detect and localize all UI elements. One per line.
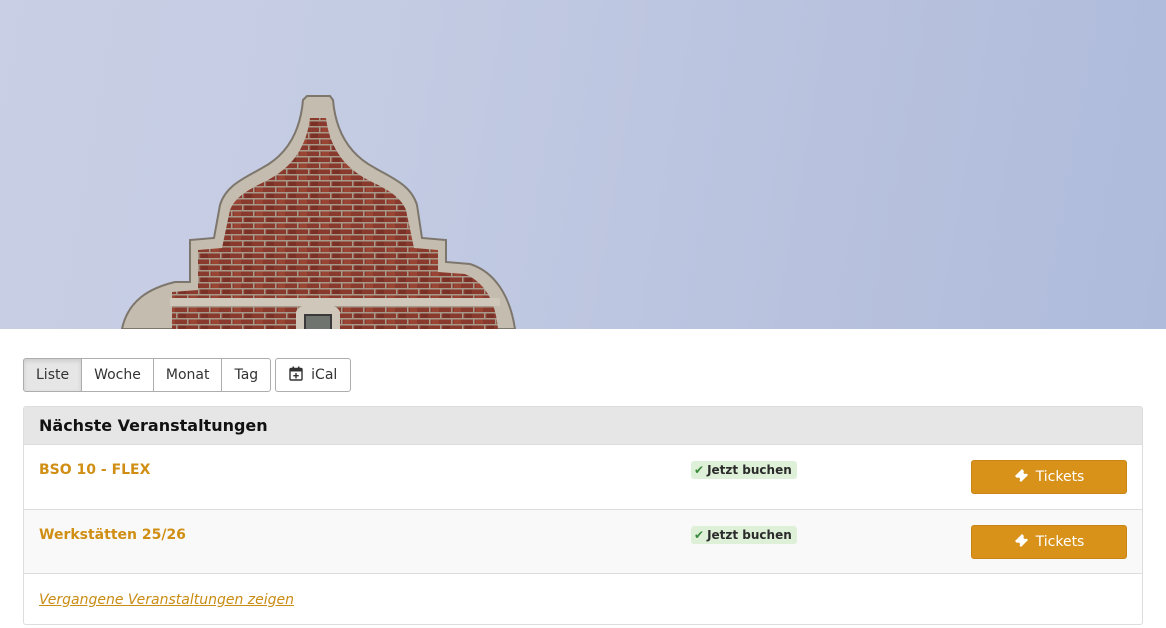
panel-title: Nächste Veranstaltungen xyxy=(24,407,1142,445)
event-row: BSO 10 - FLEX ✔ Jetzt buchen Tickets xyxy=(24,445,1142,510)
ical-export-button[interactable]: iCal xyxy=(275,358,352,392)
view-day-button[interactable]: Tag xyxy=(221,358,272,392)
view-month-button[interactable]: Monat xyxy=(152,358,223,392)
event-title-link[interactable]: Werkstätten 25/26 xyxy=(39,527,186,543)
event-title-link[interactable]: BSO 10 - FLEX xyxy=(39,462,150,478)
check-icon: ✔ xyxy=(694,463,705,477)
view-week-button[interactable]: Woche xyxy=(81,358,154,392)
gable-building-illustration xyxy=(120,95,517,329)
panel-footer: Vergangene Veranstaltungen zeigen xyxy=(24,574,1142,624)
booking-status-badge: ✔ Jetzt buchen xyxy=(691,461,797,479)
tickets-button[interactable]: Tickets xyxy=(971,525,1127,559)
calendar-plus-icon xyxy=(289,366,303,385)
view-switcher-toolbar: Liste Woche Monat Tag iCal xyxy=(23,358,352,392)
check-icon: ✔ xyxy=(694,528,705,542)
ticket-icon xyxy=(1014,468,1029,487)
ical-label: iCal xyxy=(311,367,338,383)
ticket-icon xyxy=(1014,533,1029,552)
view-list-button[interactable]: Liste xyxy=(23,358,83,392)
status-label: Jetzt buchen xyxy=(707,463,792,477)
view-mode-group: Liste Woche Monat Tag xyxy=(23,358,272,392)
tickets-button[interactable]: Tickets xyxy=(971,460,1127,494)
event-row: Werkstätten 25/26 ✔ Jetzt buchen Tickets xyxy=(24,510,1142,574)
tickets-label: Tickets xyxy=(1035,534,1085,550)
hero-banner-image xyxy=(0,0,1166,329)
past-events-link[interactable]: Vergangene Veranstaltungen zeigen xyxy=(39,592,294,608)
booking-status-badge: ✔ Jetzt buchen xyxy=(691,526,797,544)
upcoming-events-panel: Nächste Veranstaltungen BSO 10 - FLEX ✔ … xyxy=(23,406,1143,625)
tickets-label: Tickets xyxy=(1035,469,1085,485)
status-label: Jetzt buchen xyxy=(707,528,792,542)
